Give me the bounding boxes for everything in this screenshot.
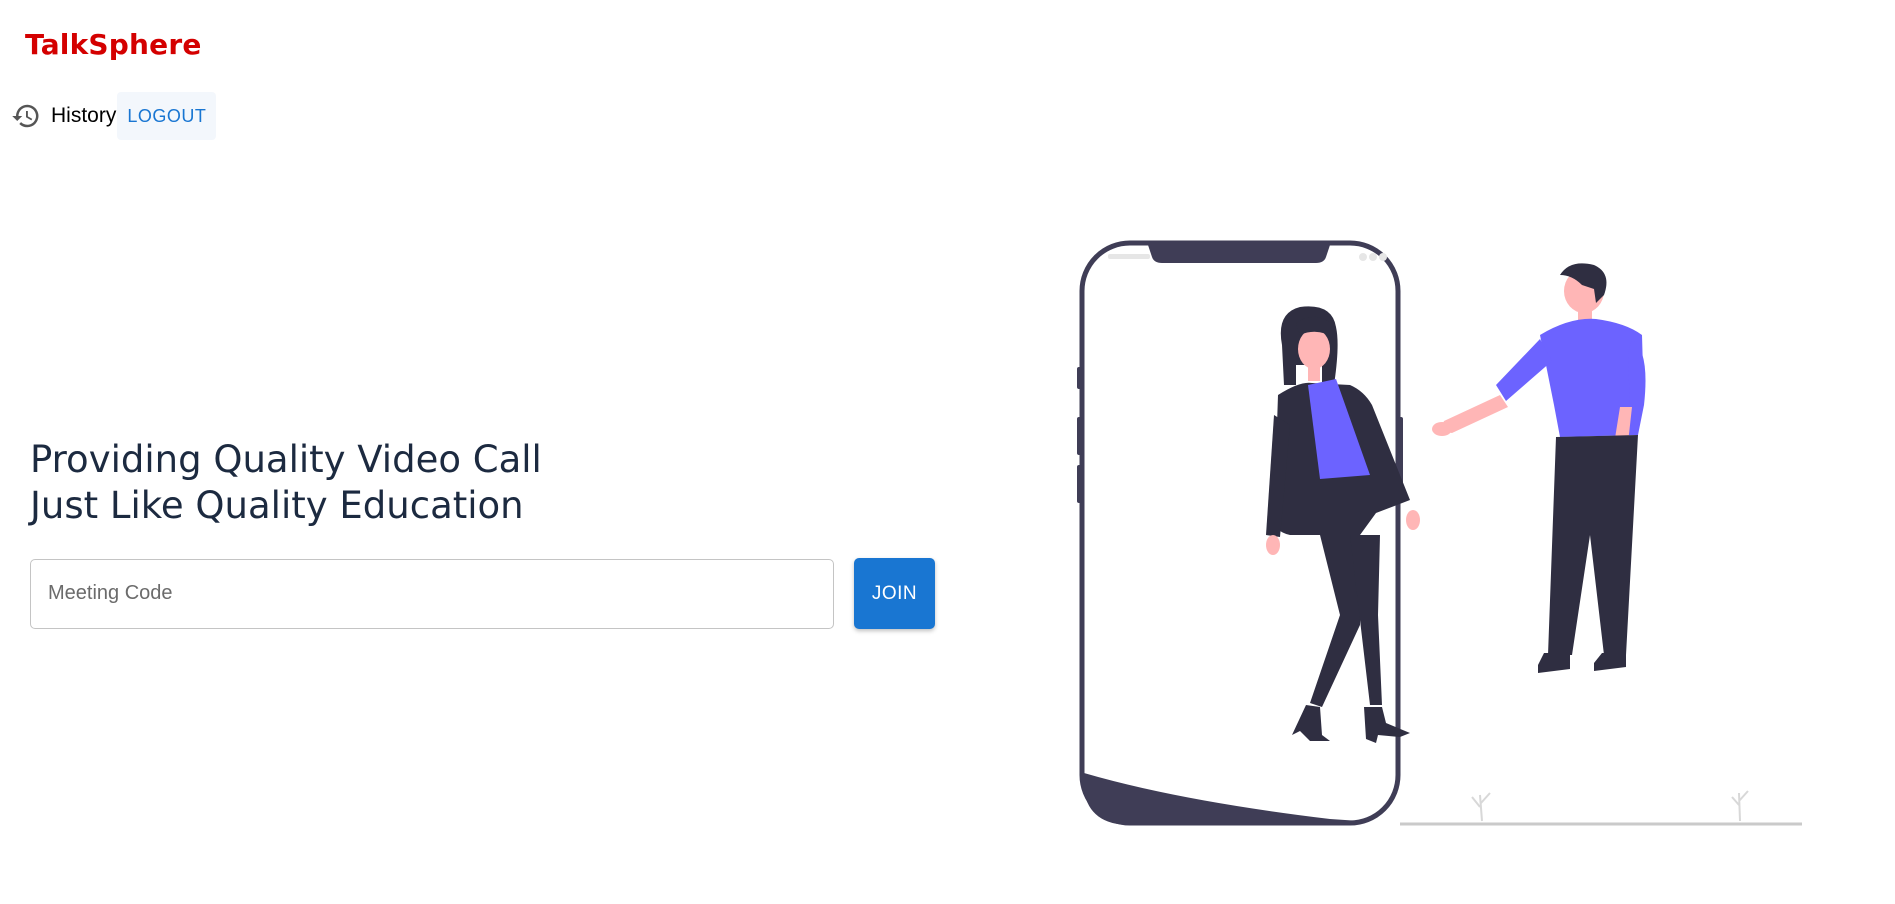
history-button[interactable]: History <box>11 101 116 131</box>
video-call-illustration <box>1060 235 1820 835</box>
page-headline: Providing Quality Video Call Just Like Q… <box>30 437 542 529</box>
illustration-svg <box>1077 240 1802 826</box>
history-label[interactable]: History <box>51 104 116 128</box>
headline-line-2: Just Like Quality Education <box>30 484 524 527</box>
join-meeting-form: JOIN <box>30 558 935 629</box>
plant-left-icon <box>1471 792 1491 822</box>
history-icon[interactable] <box>11 101 41 131</box>
join-button[interactable]: JOIN <box>854 558 935 629</box>
headline-line-1: Providing Quality Video Call <box>30 438 542 481</box>
brand-logo[interactable]: TalkSphere <box>25 28 202 61</box>
logout-button[interactable]: LOGOUT <box>117 92 217 140</box>
meeting-code-input[interactable] <box>30 558 834 629</box>
top-nav: History LOGOUT <box>11 92 217 140</box>
home-page: TalkSphere History LOGOUT Providing Qual… <box>0 0 1895 904</box>
man-figure-icon <box>1432 263 1646 673</box>
plant-right-icon <box>1731 790 1749 822</box>
